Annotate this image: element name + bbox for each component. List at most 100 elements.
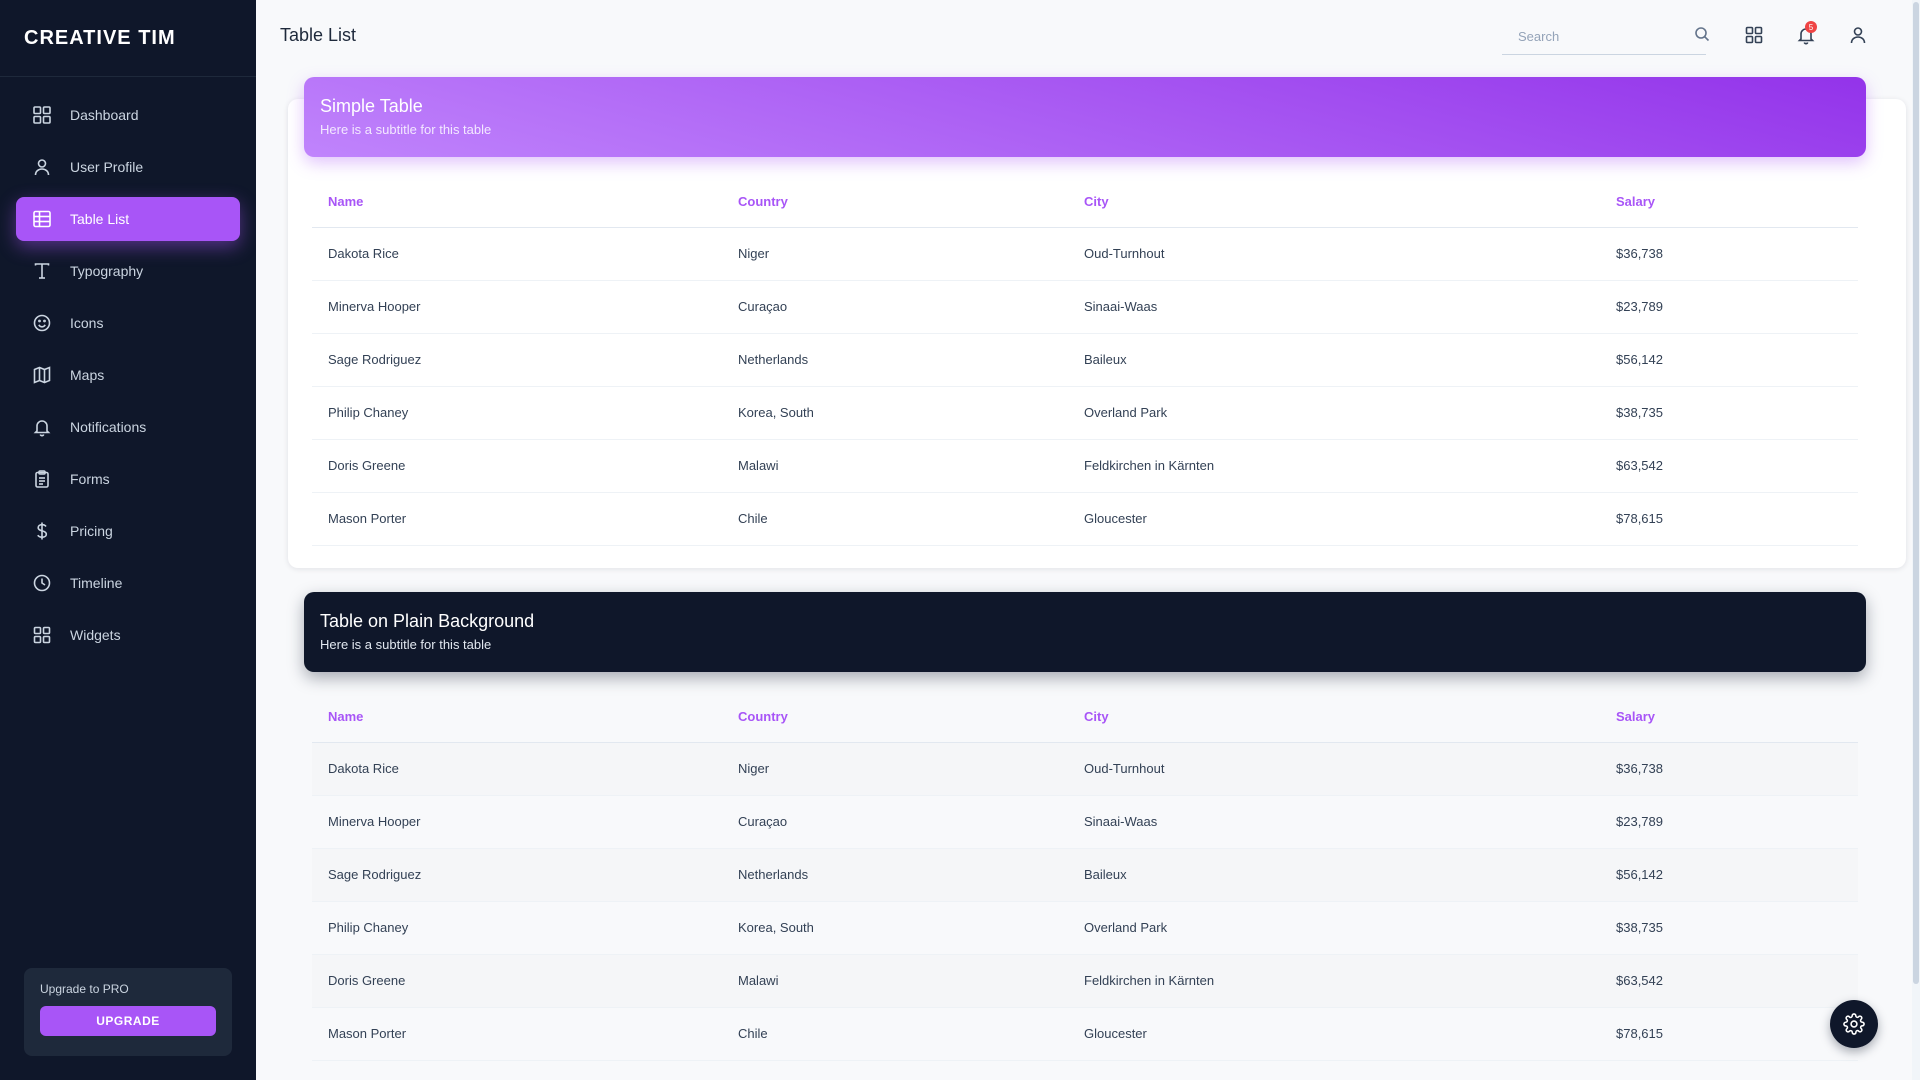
card-title: Simple Table: [320, 96, 423, 116]
table-row: Philip Chaney Korea, South Overland Park…: [312, 901, 1858, 955]
sidebar-item-pricing[interactable]: Pricing: [16, 509, 240, 553]
cell-country: Korea, South: [722, 901, 1068, 955]
sidebar-item-dashboard[interactable]: Dashboard: [16, 93, 240, 137]
cell-city: Baileux: [1068, 333, 1600, 387]
column-header-salary[interactable]: Salary: [1600, 692, 1858, 743]
cell-name: Dakota Rice: [312, 227, 722, 281]
sidebar-item-maps[interactable]: Maps: [16, 353, 240, 397]
cell-name: Minerva Hooper: [312, 795, 722, 849]
cell-country: Netherlands: [722, 848, 1068, 902]
cell-city: Oud-Turnhout: [1068, 227, 1600, 281]
cell-salary: $63,542: [1600, 954, 1858, 1008]
card-title: Table on Plain Background: [320, 611, 535, 631]
clock-icon: [32, 573, 52, 593]
cell-city: Gloucester: [1068, 492, 1600, 546]
table-header-row: Name Country City Salary: [312, 692, 1858, 743]
search-icon[interactable]: [1694, 26, 1710, 47]
topbar: Table List 5: [256, 0, 1920, 70]
topbar-actions: 5: [1502, 17, 1884, 55]
cell-city: Gloucester: [1068, 1007, 1600, 1061]
cell-salary: $38,735: [1600, 901, 1858, 955]
sidebar-item-label: Pricing: [70, 523, 113, 539]
sidebar-item-label: Notifications: [70, 419, 147, 435]
sidebar-item-label: Icons: [70, 315, 104, 331]
upgrade-text: Upgrade to PRO: [40, 982, 129, 996]
sidebar-item-table-list[interactable]: Table List: [16, 197, 240, 241]
cell-salary: $36,738: [1600, 227, 1858, 281]
page-title: Table List: [280, 24, 357, 45]
table-row: Mason Porter Chile Gloucester $78,615: [312, 492, 1858, 546]
dashboard-icon: [1745, 26, 1763, 44]
cell-country: Curaçao: [722, 280, 1068, 334]
simple-table: Name Country City Salary Dakota Rice Nig…: [312, 177, 1858, 546]
scrollbar-thumb[interactable]: [1913, 2, 1919, 984]
sidebar-item-typography[interactable]: Typography: [16, 249, 240, 293]
table-row: Mason Porter Chile Gloucester $78,615: [312, 1007, 1858, 1061]
column-header-salary[interactable]: Salary: [1600, 177, 1858, 228]
cell-city: Feldkirchen in Kärnten: [1068, 954, 1600, 1008]
cell-salary: $23,789: [1600, 280, 1858, 334]
sidebar-item-user-profile[interactable]: User Profile: [16, 145, 240, 189]
upgrade-button[interactable]: UPGRADE: [40, 1006, 216, 1036]
typography-icon: [32, 261, 52, 281]
table-row: Doris Greene Malawi Feldkirchen in Kärnt…: [312, 954, 1858, 1008]
table-header-row: Name Country City Salary: [312, 177, 1858, 228]
column-header-name[interactable]: Name: [312, 177, 722, 228]
cell-city: Sinaai-Waas: [1068, 280, 1600, 334]
cell-name: Dakota Rice: [312, 742, 722, 796]
sidebar-item-forms[interactable]: Forms: [16, 457, 240, 501]
sidebar-item-label: Maps: [70, 367, 105, 383]
plain-table: Name Country City Salary Dakota Rice Nig…: [312, 692, 1858, 1061]
cell-name: Sage Rodriguez: [312, 333, 722, 387]
table-row: Philip Chaney Korea, South Overland Park…: [312, 386, 1858, 440]
cell-salary: $36,738: [1600, 742, 1858, 796]
search-input[interactable]: [1518, 29, 1694, 44]
account-button[interactable]: [1832, 17, 1884, 53]
main-content: Table List 5: [256, 0, 1920, 1080]
upgrade-card: Upgrade to PRO UPGRADE: [24, 968, 232, 1056]
sidebar-item-icons[interactable]: Icons: [16, 301, 240, 345]
cell-city: Oud-Turnhout: [1068, 742, 1600, 796]
map-icon: [32, 365, 52, 385]
apps-button[interactable]: [1728, 17, 1780, 53]
cell-country: Chile: [722, 492, 1068, 546]
table-row: Dakota Rice Niger Oud-Turnhout $36,738: [312, 227, 1858, 281]
card-subtitle: Here is a subtitle for this table: [320, 637, 492, 652]
user-icon: [32, 157, 52, 177]
simple-table-card: Simple Table Here is a subtitle for this…: [288, 77, 1906, 568]
cell-name: Mason Porter: [312, 492, 722, 546]
cell-salary: $56,142: [1600, 333, 1858, 387]
column-header-city[interactable]: City: [1068, 177, 1600, 228]
cell-country: Curaçao: [722, 795, 1068, 849]
cell-salary: $63,542: [1600, 439, 1858, 493]
bell-icon: [32, 417, 52, 437]
settings-fab-button[interactable]: [1830, 1000, 1878, 1048]
cell-city: Baileux: [1068, 848, 1600, 902]
column-header-country[interactable]: Country: [722, 692, 1068, 743]
cell-city: Sinaai-Waas: [1068, 795, 1600, 849]
cell-salary: $56,142: [1600, 848, 1858, 902]
sidebar-item-label: Table List: [70, 211, 130, 227]
brand-logo[interactable]: CREATIVE TIM: [0, 0, 256, 77]
cell-name: Philip Chaney: [312, 901, 722, 955]
sidebar-item-widgets[interactable]: Widgets: [16, 613, 240, 657]
notifications-button[interactable]: 5: [1780, 17, 1832, 53]
sidebar-item-label: Widgets: [70, 627, 121, 643]
cell-city: Overland Park: [1068, 901, 1600, 955]
page-scrollbar[interactable]: [1912, 0, 1920, 1080]
sidebar-item-label: Timeline: [70, 575, 123, 591]
sidebar-item-timeline[interactable]: Timeline: [16, 561, 240, 605]
cell-country: Malawi: [722, 439, 1068, 493]
plain-table-header: Table on Plain Background Here is a subt…: [304, 592, 1866, 672]
table-icon: [32, 209, 52, 229]
column-header-country[interactable]: Country: [722, 177, 1068, 228]
cell-salary: $23,789: [1600, 795, 1858, 849]
column-header-name[interactable]: Name: [312, 692, 722, 743]
cell-name: Doris Greene: [312, 439, 722, 493]
notification-badge: 5: [1805, 21, 1817, 33]
column-header-city[interactable]: City: [1068, 692, 1600, 743]
cell-country: Korea, South: [722, 386, 1068, 440]
sidebar-item-label: Dashboard: [70, 107, 139, 123]
cell-name: Minerva Hooper: [312, 280, 722, 334]
sidebar-item-notifications[interactable]: Notifications: [16, 405, 240, 449]
